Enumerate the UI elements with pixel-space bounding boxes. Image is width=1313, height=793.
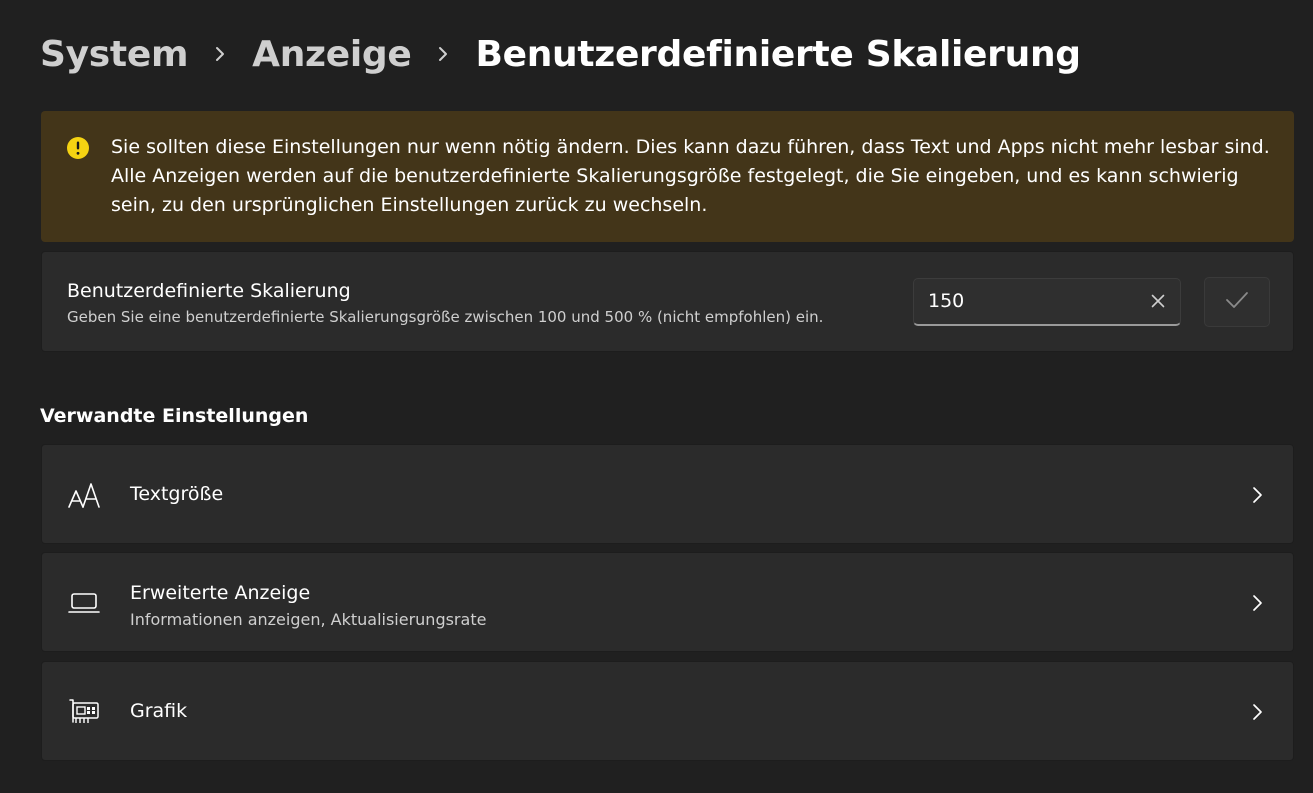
chevron-right-icon [1247,483,1267,507]
apply-button[interactable] [1204,277,1270,327]
scaling-value-input[interactable] [928,279,1128,323]
breadcrumb-anzeige[interactable]: Anzeige [252,34,412,75]
related-item-label: Textgröße [130,483,224,505]
chevron-right-icon [188,45,252,63]
chevron-right-icon [411,45,475,63]
scaling-input-box [913,278,1181,326]
related-settings-heading: Verwandte Einstellungen [40,405,309,427]
related-item-label: Erweiterte Anzeige [130,582,311,604]
related-item-text-size[interactable]: Textgröße [41,444,1294,544]
warning-text: Sie sollten diese Einstellungen nur wenn… [111,136,1270,216]
related-item-graphics[interactable]: Grafik [41,661,1294,761]
related-item-label: Grafik [130,700,188,722]
chevron-right-icon [1247,700,1267,724]
breadcrumb-system[interactable]: System [40,34,188,75]
clear-icon[interactable] [1148,291,1168,311]
page-title: Benutzerdefinierte Skalierung [475,33,1081,75]
text-size-icon [68,479,100,511]
checkmark-icon [1225,291,1249,313]
graphics-card-icon [68,696,100,728]
warning-icon [66,136,90,160]
custom-scaling-title: Benutzerdefinierte Skalierung [67,280,351,302]
settings-page: System Anzeige Benutzerdefinierte Skalie… [0,0,1313,793]
custom-scaling-description: Geben Sie eine benutzerdefinierte Skalie… [67,308,824,326]
breadcrumb: System Anzeige Benutzerdefinierte Skalie… [40,28,1081,80]
chevron-right-icon [1247,591,1267,615]
laptop-icon [68,587,100,619]
warning-banner: Sie sollten diese Einstellungen nur wenn… [41,111,1294,242]
custom-scaling-card: Benutzerdefinierte Skalierung Geben Sie … [41,251,1294,352]
related-item-subtitle: Informationen anzeigen, Aktualisierungsr… [130,610,487,629]
related-item-advanced-display[interactable]: Erweiterte Anzeige Informationen anzeige… [41,552,1294,652]
